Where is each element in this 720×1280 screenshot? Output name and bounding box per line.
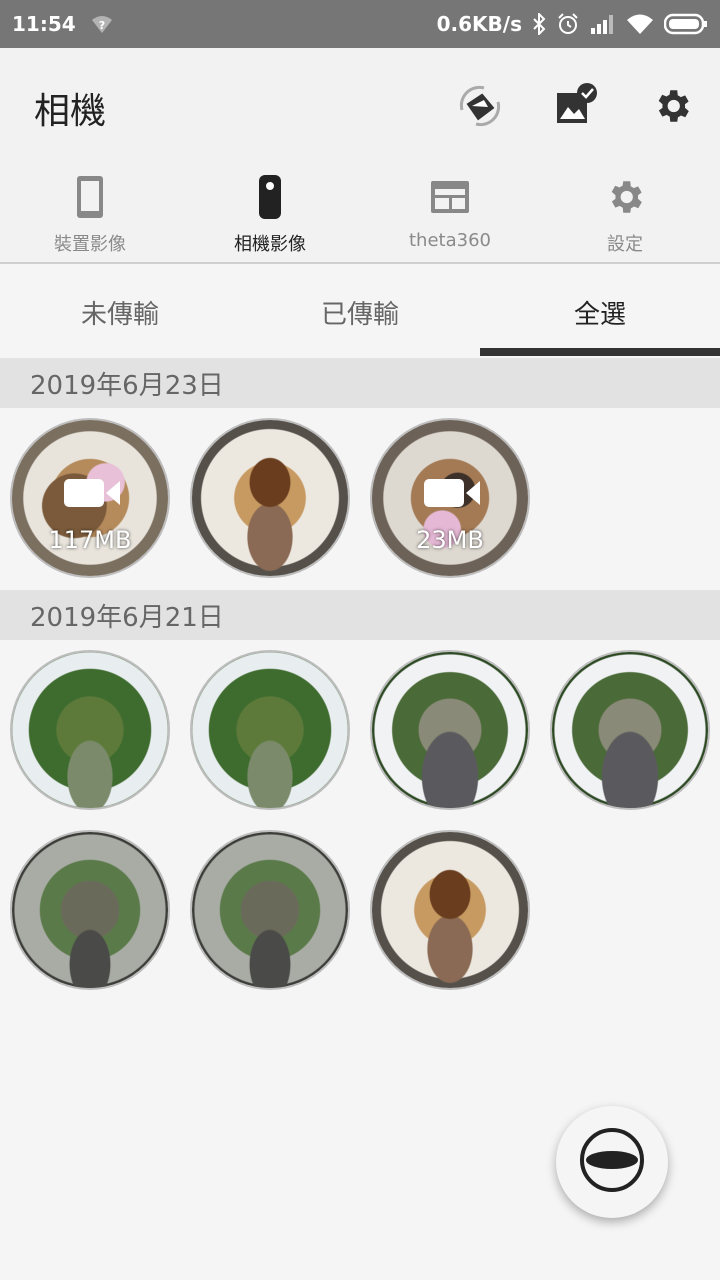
settings-gear-icon [604,172,646,222]
status-time: 11:54 [12,12,76,36]
nav-item-camera-images[interactable]: 相機影像 [180,172,360,264]
media-thumbnail[interactable] [370,830,530,990]
alarm-icon [556,12,580,36]
panorama-preview [372,832,528,988]
nav-item-theta360[interactable]: theta360 [360,172,540,264]
panorama-preview [12,652,168,808]
active-tab-indicator [480,348,720,356]
date-header: 2019年6月23日 [0,358,720,408]
media-thumbnail[interactable]: 117MB [10,418,170,578]
panorama-preview [192,420,348,576]
media-thumbnail[interactable] [190,830,350,990]
battery-icon [664,13,708,35]
file-size: 23MB [416,526,484,554]
app-bar: 相機 [0,48,720,160]
media-thumbnail[interactable] [10,650,170,810]
video-camera-icon [423,477,481,513]
nav-item-device-images[interactable]: 裝置影像 [0,172,180,264]
theta-lens-icon [579,1127,645,1197]
nav-item-label: 相機影像 [234,234,306,255]
nav-item-label: 設定 [607,234,643,255]
capture-fab-button[interactable] [556,1106,668,1218]
nav-item-settings[interactable]: 設定 [535,172,715,264]
date-header: 2019年6月21日 [0,590,720,640]
signal-icon [590,14,616,34]
media-thumbnail[interactable] [370,650,530,810]
file-size: 117MB [48,526,132,554]
media-thumbnail[interactable] [550,650,710,810]
nav-item-label: 裝置影像 [54,234,126,255]
nav-item-label: theta360 [409,230,491,251]
rotate-device-icon[interactable] [454,80,506,132]
media-thumbnail[interactable] [190,650,350,810]
page-title: 相機 [34,91,107,132]
panorama-preview [12,832,168,988]
svg-text:?: ? [98,19,104,32]
media-thumbnail[interactable] [10,830,170,990]
status-bar: 11:54 ? 0.6KB/s [0,0,720,48]
media-thumbnail[interactable] [190,418,350,578]
tab-select-all[interactable]: 全選 [480,266,720,358]
wifi-icon [626,13,654,35]
video-camera-icon [63,477,121,513]
panorama-preview [192,832,348,988]
phone-icon [75,172,105,222]
filter-tabs: 未傳輸 已傳輸 全選 [0,266,720,358]
settings-gear-icon[interactable] [646,80,698,132]
wifi-question-icon: ? [90,14,114,34]
web-window-icon [430,172,470,222]
media-thumbnail[interactable]: 23MB [370,418,530,578]
bottom-nav: 裝置影像 相機影像 theta360 設定 [0,160,720,264]
gallery-check-icon[interactable] [550,80,602,132]
panorama-preview [372,652,528,808]
panorama-preview [552,652,708,808]
tab-untransferred[interactable]: 未傳輸 [0,266,240,358]
theta-camera-icon [258,172,282,222]
panorama-preview [192,652,348,808]
bluetooth-icon [532,13,546,35]
network-speed: 0.6KB/s [436,12,522,36]
tab-transferred[interactable]: 已傳輸 [240,266,480,358]
